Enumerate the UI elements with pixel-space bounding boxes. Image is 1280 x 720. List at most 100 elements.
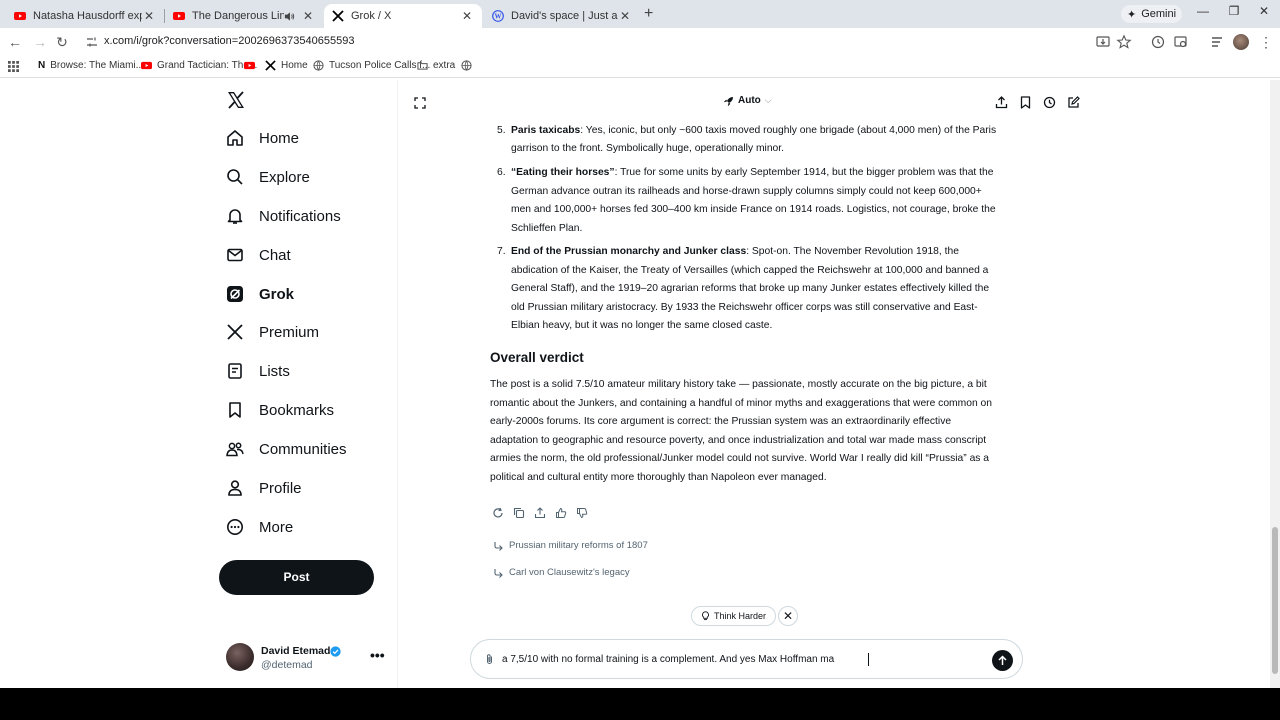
list-item: 5. Paris taxicabs: Yes, iconic, but only …	[490, 122, 1000, 159]
followup-suggestion[interactable]: Prussian military reforms of 1807	[493, 540, 648, 551]
back-button[interactable]: ←	[6, 33, 24, 51]
copy-icon[interactable]	[513, 507, 525, 519]
globe-icon	[313, 60, 324, 71]
chevron-down-icon: ⌵	[764, 95, 772, 105]
nav-item-profile[interactable]: Profile	[226, 476, 302, 500]
x-page: Home Explore Notifications Chat Grok Pre…	[0, 80, 1280, 688]
globe-icon	[461, 60, 472, 71]
chrome-menu-button[interactable]: ⋮	[1257, 33, 1275, 51]
post-button[interactable]: Post	[219, 560, 374, 595]
nav-item-chat[interactable]: Chat	[226, 243, 291, 267]
followup-label: Carl von Clausewitz's legacy	[509, 567, 630, 578]
browser-tab-1[interactable]: Natasha Hausdorff explains the ✕	[6, 4, 164, 28]
history-icon[interactable]	[1043, 96, 1056, 109]
item-text: : Spot-on. The November Revolution 1918,…	[511, 246, 990, 332]
account-name: David Etemad	[261, 645, 331, 657]
close-tab-icon[interactable]: ✕	[142, 9, 156, 23]
nav-item-explore[interactable]: Explore	[226, 165, 310, 189]
account-handle: @detemad	[261, 659, 313, 671]
close-tab-icon[interactable]: ✕	[618, 9, 632, 23]
followup-suggestion[interactable]: Carl von Clausewitz's legacy	[493, 567, 630, 578]
site-info-icon[interactable]	[86, 36, 98, 48]
x-icon	[227, 324, 243, 340]
attach-icon[interactable]	[483, 653, 496, 666]
browser-toolbar: ← → ↻ x.com/i/grok?conversation=20026963…	[0, 28, 1280, 56]
avatar	[226, 643, 254, 671]
nav-label: Grok	[259, 285, 295, 303]
gemini-button[interactable]: ✦ Gemini	[1121, 5, 1183, 23]
model-selector[interactable]: Auto ⌵	[724, 95, 772, 106]
wordpress-icon: W	[492, 10, 504, 22]
close-window-button[interactable]: ✕	[1249, 4, 1279, 18]
address-bar[interactable]: x.com/i/grok?conversation=20026963735406…	[80, 31, 1140, 53]
bookmark-item[interactable]: Home	[265, 60, 308, 71]
bookmark-item[interactable]: Tucson Police Calls f...	[313, 60, 430, 71]
nav-item-communities[interactable]: Communities	[226, 437, 347, 461]
bookmark-label: Grand Tactician: The...	[157, 60, 258, 71]
profile-avatar[interactable]	[1233, 34, 1249, 50]
reload-button[interactable]: ↻	[53, 33, 71, 51]
youtube-icon	[141, 61, 152, 70]
share-icon[interactable]	[534, 507, 546, 519]
bookmark-label: Tucson Police Calls f...	[329, 60, 431, 71]
restore-button[interactable]: ❐	[1219, 4, 1249, 18]
account-more-icon[interactable]: •••	[370, 647, 385, 663]
gemini-label: Gemini	[1141, 8, 1177, 20]
message-input-box[interactable]: a 7,5/10 with no formal training is a co…	[470, 639, 1023, 679]
browser-tab-3[interactable]: Grok / X ✕	[324, 4, 482, 28]
close-tab-icon[interactable]: ✕	[460, 9, 474, 23]
expand-icon[interactable]	[414, 97, 426, 109]
bookmark-icon[interactable]	[1019, 96, 1032, 109]
tab-title: Grok / X	[351, 10, 392, 22]
nav-item-lists[interactable]: Lists	[226, 359, 290, 383]
nav-label: Premium	[259, 323, 320, 341]
new-chat-icon[interactable]	[1067, 96, 1080, 109]
thumbs-up-icon[interactable]	[555, 507, 567, 519]
page-scrollbar[interactable]	[1270, 80, 1280, 688]
bookmark-item[interactable]: Grand Tactician: The...	[141, 60, 257, 71]
reading-list-icon[interactable]	[1209, 34, 1225, 50]
x-logo-icon[interactable]	[226, 90, 246, 110]
apps-grid-icon[interactable]	[8, 61, 19, 72]
nav-item-more[interactable]: More	[226, 515, 293, 539]
nav-label: Chat	[259, 246, 291, 264]
star-icon[interactable]	[1116, 34, 1132, 50]
thumbs-down-icon[interactable]	[576, 507, 588, 519]
bookmark-item[interactable]: N Browse: The Miami...	[38, 60, 144, 71]
youtube-icon	[244, 61, 255, 70]
history-icon[interactable]	[1150, 34, 1166, 50]
item-text: : Yes, iconic, but only ~600 taxis moved…	[511, 125, 997, 155]
tab-search-icon[interactable]	[1173, 34, 1189, 50]
regenerate-icon[interactable]	[492, 507, 504, 519]
tab-title: David's space | Just another W	[511, 10, 618, 22]
send-button[interactable]	[992, 650, 1013, 671]
url-text: x.com/i/grok?conversation=20026963735406…	[104, 35, 355, 47]
nav-item-home[interactable]: Home	[226, 126, 299, 150]
reply-arrow-icon	[494, 541, 503, 551]
nav-item-bookmarks[interactable]: Bookmarks	[226, 398, 334, 422]
dismiss-think-harder-button[interactable]: ✕	[778, 606, 798, 626]
bookmark-item[interactable]	[244, 60, 255, 71]
message-input-text[interactable]: a 7,5/10 with no formal training is a co…	[502, 654, 834, 665]
scrollbar-thumb[interactable]	[1272, 527, 1278, 674]
response-actions	[492, 507, 588, 519]
search-icon	[227, 169, 243, 185]
nav-item-grok[interactable]: Grok	[226, 282, 294, 306]
forward-button[interactable]: →	[31, 33, 49, 51]
account-switcher[interactable]: David Etemad @detemad •••	[226, 643, 386, 673]
nav-item-premium[interactable]: Premium	[226, 320, 319, 344]
install-app-icon[interactable]	[1095, 34, 1111, 50]
browser-tab-2[interactable]: The Dangerous Line The U.S ✕	[165, 4, 323, 28]
nav-item-notifications[interactable]: Notifications	[226, 204, 341, 228]
close-tab-icon[interactable]: ✕	[301, 9, 315, 23]
item-heading: “Eating their horses”	[511, 167, 615, 179]
browser-tab-4[interactable]: W David's space | Just another W ✕	[484, 4, 640, 28]
bookmark-item[interactable]	[461, 60, 472, 71]
minimize-button[interactable]: —	[1188, 4, 1218, 18]
bookmark-folder[interactable]: extra	[417, 60, 455, 71]
bookmark-label: Browse: The Miami...	[50, 60, 144, 71]
speaker-icon[interactable]	[284, 11, 295, 22]
share-icon[interactable]	[995, 96, 1008, 109]
think-harder-button[interactable]: Think Harder	[691, 606, 777, 626]
new-tab-button[interactable]: +	[644, 5, 653, 23]
